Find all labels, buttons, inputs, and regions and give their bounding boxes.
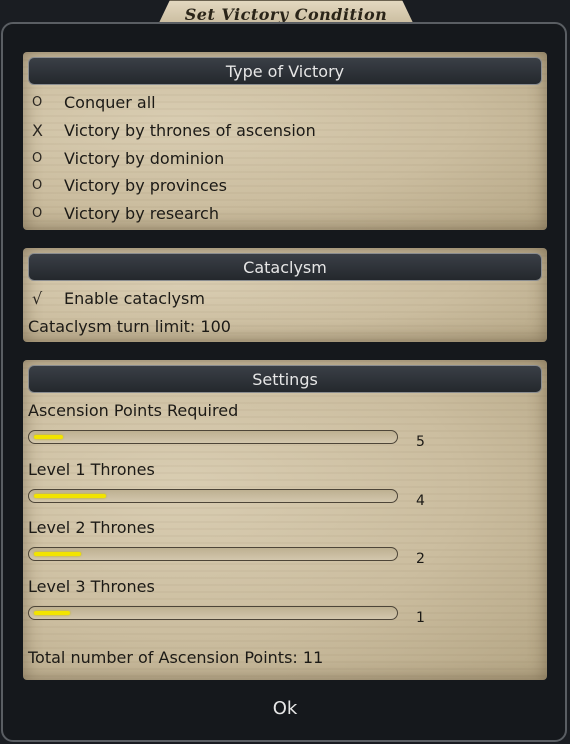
radio-off-icon: O [32, 178, 43, 193]
cataclysm-turn-limit: Cataclysm turn limit: 100 [28, 317, 231, 336]
victory-option-label: Victory by provinces [64, 176, 227, 195]
level1-thrones-value: 4 [416, 493, 425, 509]
radio-off-icon: O [32, 95, 43, 110]
victory-option-label: Victory by dominion [64, 149, 225, 168]
level3-thrones-label: Level 3 Thrones [28, 577, 155, 596]
victory-panel: Type of Victory O Conquer all X Victory … [23, 52, 547, 230]
ok-button[interactable]: Ok [235, 692, 335, 724]
ascension-points-slider[interactable] [28, 430, 398, 444]
total-ascension-points: Total number of Ascension Points: 11 [28, 648, 324, 667]
radio-on-icon: X [32, 121, 43, 140]
level3-thrones-value: 1 [416, 610, 425, 626]
level3-thrones-slider[interactable] [28, 606, 398, 620]
victory-option-provinces[interactable]: O Victory by provinces [28, 176, 227, 195]
slider-fill [34, 494, 106, 498]
victory-option-dominion[interactable]: O Victory by dominion [28, 149, 224, 168]
checkmark-icon: √ [32, 289, 43, 308]
level2-thrones-label: Level 2 Thrones [28, 518, 155, 537]
slider-fill [34, 552, 81, 556]
level1-thrones-label: Level 1 Thrones [28, 460, 155, 479]
cataclysm-header: Cataclysm [28, 253, 542, 281]
level1-thrones-slider[interactable] [28, 489, 398, 503]
victory-option-label: Victory by thrones of ascension [64, 121, 316, 140]
settings-panel: Settings Ascension Points Required 5 Lev… [23, 360, 547, 680]
cataclysm-panel: Cataclysm √ Enable cataclysm Cataclysm t… [23, 248, 547, 342]
enable-cataclysm-checkbox[interactable]: √ Enable cataclysm [28, 289, 205, 308]
victory-option-label: Victory by research [64, 204, 219, 223]
enable-cataclysm-label: Enable cataclysm [64, 289, 205, 308]
victory-header: Type of Victory [28, 57, 542, 85]
victory-option-thrones[interactable]: X Victory by thrones of ascension [28, 121, 316, 140]
radio-off-icon: O [32, 151, 43, 166]
ascension-points-label: Ascension Points Required [28, 401, 239, 420]
victory-option-research[interactable]: O Victory by research [28, 204, 219, 223]
slider-fill [34, 611, 70, 615]
window-title: Set Victory Condition [184, 4, 388, 24]
radio-off-icon: O [32, 206, 43, 221]
settings-header: Settings [28, 365, 542, 393]
level2-thrones-value: 2 [416, 551, 425, 567]
victory-option-conquer-all[interactable]: O Conquer all [28, 93, 156, 112]
ascension-points-value: 5 [416, 434, 425, 450]
victory-option-label: Conquer all [64, 93, 156, 112]
level2-thrones-slider[interactable] [28, 547, 398, 561]
slider-fill [34, 435, 63, 439]
